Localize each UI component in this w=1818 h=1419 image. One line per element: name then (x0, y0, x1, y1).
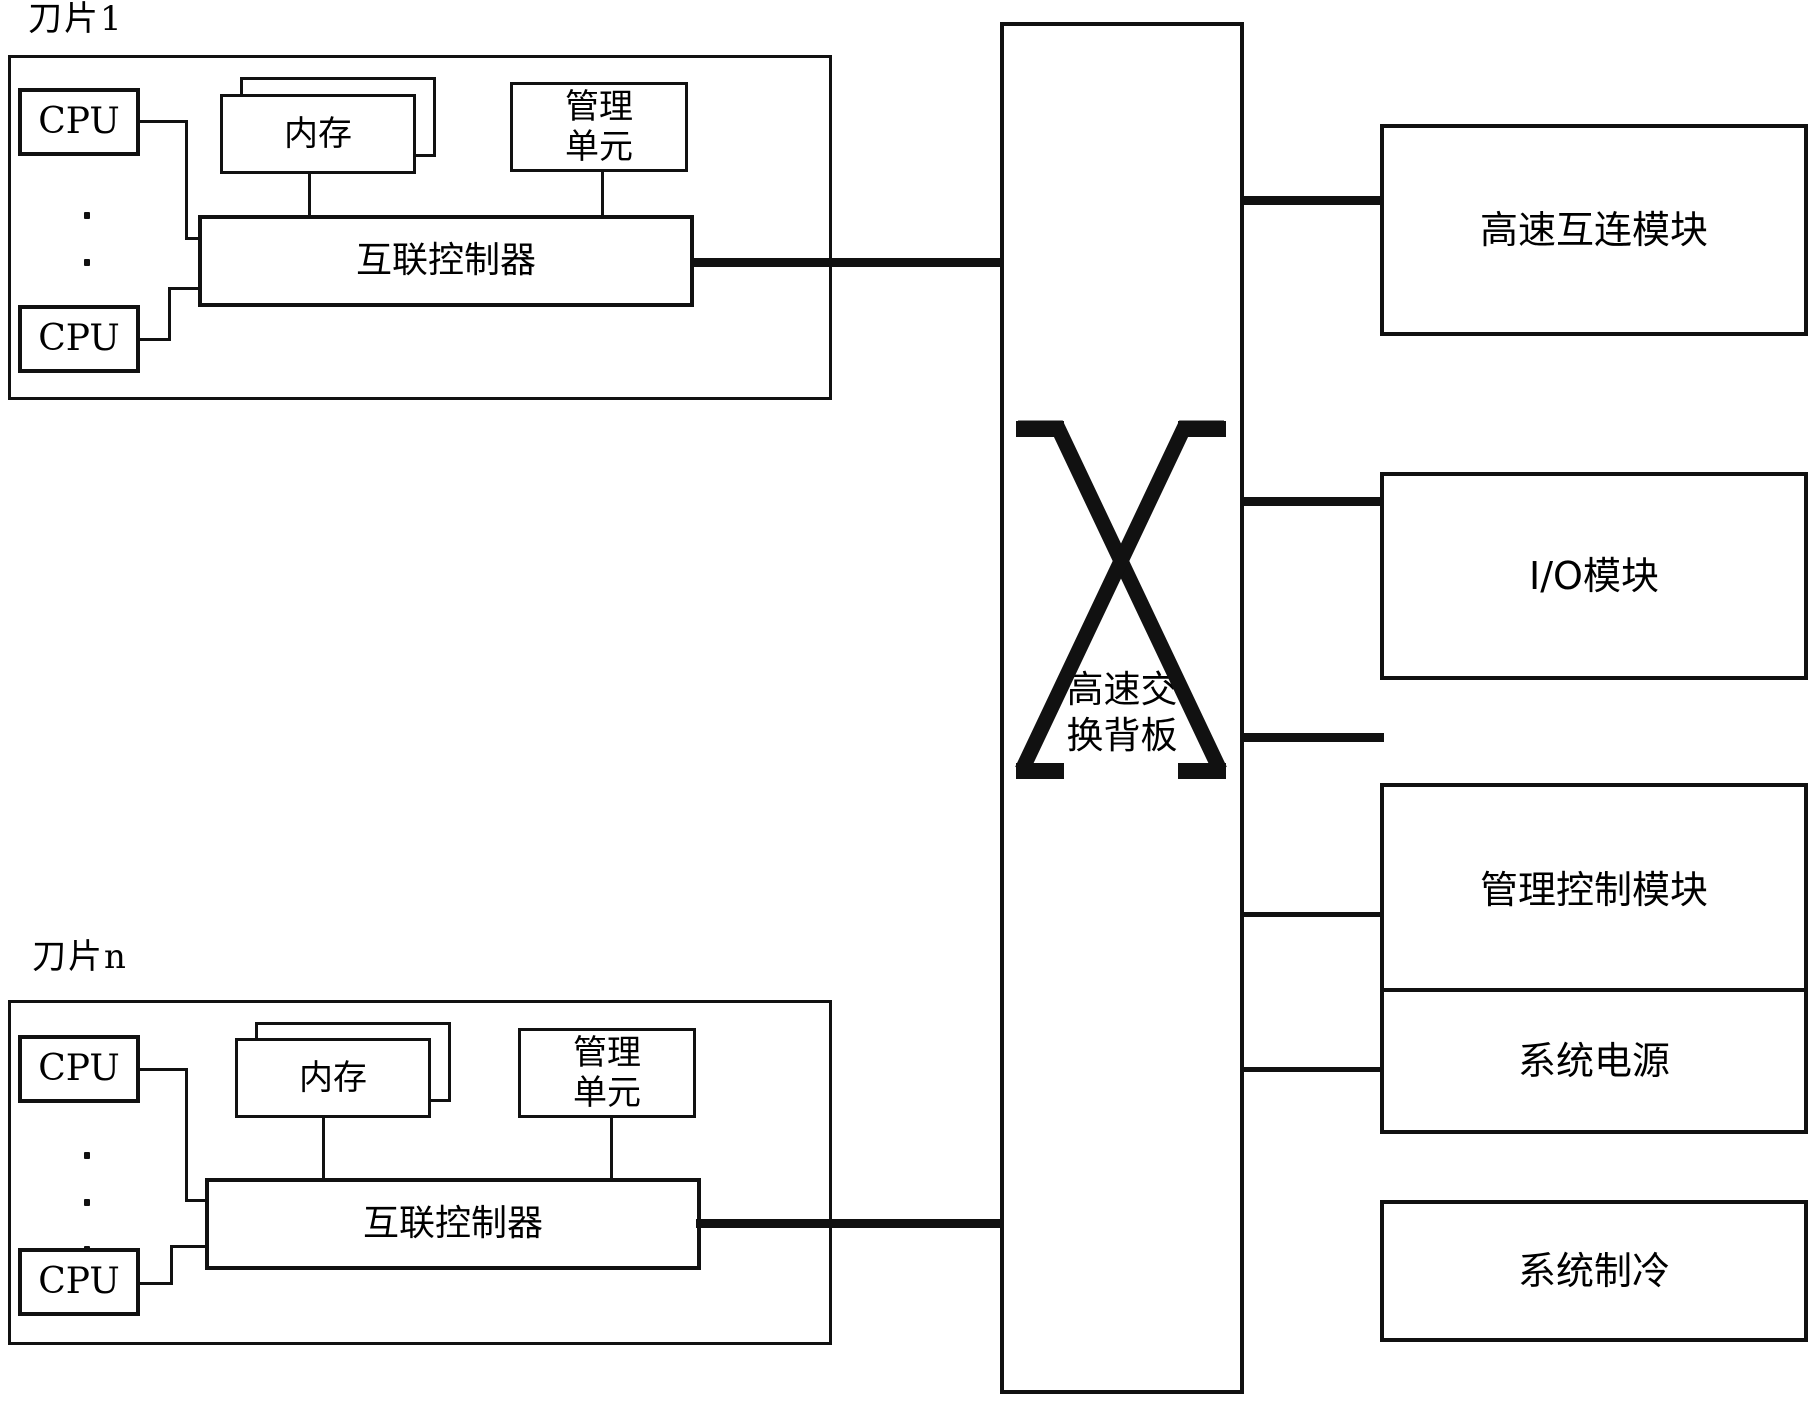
connector-backplane-to-system-cooling (1240, 1067, 1384, 1072)
blade-1-wire-to-backplane (690, 258, 1010, 267)
blade-1-cpu-top: CPU (18, 88, 140, 156)
blade-n-ellipsis-dot-2 (84, 1199, 90, 1206)
module-system-cooling-label: 系统制冷 (1517, 1248, 1670, 1293)
blade-1-cpu-bottom-label: CPU (38, 317, 120, 359)
blade-1-interconnect-controller: 互联控制器 (198, 215, 694, 307)
module-io: I/O模块 (1380, 472, 1808, 680)
blade-n-ellipsis-dot-1 (84, 1152, 90, 1159)
blade-n-wire-to-backplane (696, 1219, 1014, 1228)
blade-n-wire-cpu-bottom-join (170, 1245, 208, 1248)
connector-backplane-to-system-power (1240, 912, 1384, 917)
connector-backplane-to-io (1240, 497, 1384, 506)
blade-1-wire-cpu-top-join (185, 237, 201, 240)
blade-n-interconnect-controller: 互联控制器 (205, 1178, 701, 1270)
blade-1-wire-management-v (601, 170, 604, 218)
connector-backplane-to-management-control (1240, 733, 1384, 742)
blade-n-wire-cpu-top-v (185, 1068, 188, 1202)
module-management-control-label: 管理控制模块 (1479, 867, 1708, 912)
blade-n-management-unit: 管理 单元 (518, 1028, 696, 1118)
module-high-speed-interconnect: 高速互连模块 (1380, 124, 1808, 336)
blade-1-management-unit-label-line1: 管理 (565, 86, 633, 127)
blade-1-wire-memory-v (308, 172, 311, 218)
blade-1-cpu-bottom: CPU (18, 305, 140, 373)
blade-n-management-unit-label-line1: 管理 (573, 1032, 641, 1073)
blade-1-ellipsis-dot-2 (84, 259, 90, 266)
diagram-canvas: 刀片1 CPU CPU 内存 管理 单元 互联控制器 刀片n CPU CPU 内… (0, 0, 1818, 1419)
blade-n-cpu-bottom-label: CPU (38, 1260, 120, 1302)
blade-1-memory-label: 内存 (284, 113, 352, 154)
blade-1-memory: 内存 (220, 94, 416, 174)
blade-n-management-unit-label-line2: 单元 (573, 1073, 641, 1113)
blade-1-management-unit: 管理 单元 (510, 82, 688, 172)
blade-1-management-unit-label-line2: 单元 (565, 127, 633, 167)
blade-n-cpu-bottom: CPU (18, 1248, 140, 1316)
module-high-speed-interconnect-label: 高速互连模块 (1479, 207, 1708, 252)
blade-n-wire-management-v (610, 1116, 613, 1178)
blade-1-wire-cpu-top-h (140, 120, 188, 123)
module-system-power: 系统电源 (1380, 988, 1808, 1134)
blade-n-memory-label: 内存 (299, 1057, 367, 1098)
blade-n-wire-memory-v (322, 1116, 325, 1178)
blade-1-cpu-top-label: CPU (38, 100, 120, 142)
blade-n-wire-cpu-top-join (185, 1199, 208, 1202)
blade-1-title: 刀片1 (28, 0, 124, 39)
blade-n-wire-cpu-top-h (140, 1068, 188, 1071)
blade-n-wire-cpu-bottom-v (170, 1245, 173, 1285)
blade-1-ellipsis-dot-1 (84, 212, 90, 219)
blade-1-interconnect-controller-label: 互联控制器 (355, 239, 536, 281)
module-io-label: I/O模块 (1529, 553, 1659, 598)
module-system-cooling: 系统制冷 (1380, 1200, 1808, 1342)
blade-n-memory: 内存 (235, 1038, 431, 1118)
blade-n-cpu-top: CPU (18, 1035, 140, 1103)
blade-1-wire-cpu-bottom-h (140, 338, 170, 341)
blade-n-wire-cpu-bottom-h (140, 1282, 172, 1285)
blade-1-wire-cpu-top-v (185, 120, 188, 240)
blade-1-wire-cpu-bottom-join (168, 287, 202, 290)
blade-1-wire-cpu-bottom-v (168, 287, 171, 341)
module-management-control: 管理控制模块 (1380, 783, 1808, 997)
blade-n-cpu-top-label: CPU (38, 1047, 120, 1089)
blade-n-interconnect-controller-label: 互联控制器 (362, 1202, 543, 1244)
connector-backplane-to-high-speed-interconnect (1240, 196, 1384, 205)
blade-n-title: 刀片n (32, 937, 128, 977)
module-system-power-label: 系统电源 (1517, 1038, 1670, 1083)
switch-fabric-x-icon (1015, 420, 1227, 779)
